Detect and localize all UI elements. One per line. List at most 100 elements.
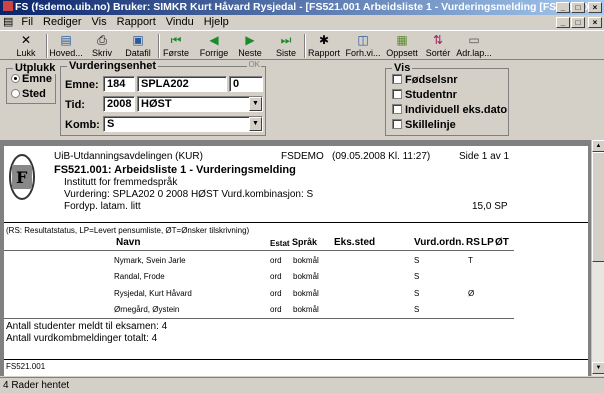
sorter-button[interactable]: ⇅ Sortér — [420, 32, 456, 60]
neste-label: Neste — [238, 48, 262, 58]
adresselapp-button[interactable]: ▭ Adr.lap... — [454, 32, 494, 60]
window-title-bar[interactable]: FS (fsdemo.uib.no) Bruker: SIMKR Kurt Hå… — [0, 0, 604, 15]
tid-label: Tid: — [65, 99, 85, 111]
forrige-button[interactable]: ◀ Forrige — [196, 32, 232, 60]
oppsett-button[interactable]: ▦ Oppsett — [382, 32, 422, 60]
chevron-down-icon[interactable]: ▼ — [249, 117, 262, 131]
scroll-down-icon[interactable]: ▼ — [592, 362, 604, 374]
forhandsvisning-button[interactable]: ◫ Forh.vi... — [344, 32, 382, 60]
report-timestamp: (09.05.2008 Kl. 11:27) — [332, 151, 431, 162]
save-datafile-icon: ▣ — [132, 33, 144, 47]
row-lp: Ø — [468, 289, 475, 298]
report-institute: Institutt for fremmedspråk — [64, 177, 178, 188]
col-navn: Navn — [116, 237, 141, 248]
checkbox-individuell-eksdato-box — [392, 104, 402, 114]
row-estat: ord — [270, 272, 282, 281]
checkbox-skillelinje-label: Skillelinje — [405, 119, 456, 131]
menu-vis[interactable]: Vis — [87, 15, 112, 30]
vertical-scrollbar[interactable]: ▲ ▼ — [591, 140, 604, 376]
forste-button[interactable]: ⏮ Første — [158, 32, 194, 60]
mdi-minimize-button[interactable]: _ — [556, 17, 570, 28]
mdi-doc-icon[interactable]: ▤ — [0, 15, 16, 30]
mdi-close-button[interactable]: × — [588, 17, 602, 28]
scroll-up-icon[interactable]: ▲ — [592, 140, 604, 152]
datafil-label: Datafil — [125, 48, 151, 58]
sort-icon: ⇅ — [432, 33, 444, 47]
tid-term-select[interactable]: HØST ▼ — [137, 96, 263, 112]
report-page: F UiB-Utdanningsavdelingen (KUR) FSDEMO … — [4, 146, 588, 376]
komb-select[interactable]: S ▼ — [103, 116, 263, 132]
lukk-label: Lukk — [16, 48, 36, 58]
minimize-button[interactable]: _ — [556, 2, 570, 13]
maximize-button[interactable]: □ — [571, 2, 585, 13]
siste-button[interactable]: ⏭ Siste — [268, 32, 304, 60]
status-bar: 4 Rader hentet — [0, 377, 604, 393]
forste-label: Første — [163, 48, 189, 58]
rapport-button[interactable]: ✱ Rapport — [306, 32, 342, 60]
summary-vurd: Antall vurdkombmeldinger totalt: 4 — [6, 333, 158, 344]
tid-year-input[interactable]: 2008 — [103, 96, 135, 112]
menu-vindu[interactable]: Vindu — [161, 15, 199, 30]
row-navn: Ørnegård, Øystein — [114, 305, 180, 314]
komb-label: Komb: — [65, 119, 100, 131]
app-icon — [3, 1, 13, 11]
komb-value: S — [107, 118, 115, 130]
svg-text:F: F — [16, 168, 28, 187]
report-db: FSDEMO — [281, 151, 324, 162]
divider — [4, 359, 588, 360]
col-sprak: Språk — [292, 237, 318, 247]
summary-students: Antall studenter meldt til eksamen: 4 — [6, 321, 168, 332]
tid-term-value: HØST — [141, 98, 172, 110]
main-form-icon: ▤ — [60, 33, 72, 47]
emne-inst-input[interactable]: 184 — [103, 76, 135, 92]
report-vurdering: Vurdering: SPLA202 0 2008 HØST Vurd.komb… — [64, 189, 314, 200]
chevron-down-icon[interactable]: ▼ — [249, 97, 262, 111]
menu-rediger[interactable]: Rediger — [38, 15, 87, 30]
checkbox-individuell-eksdato[interactable]: Individuell eks.dato — [392, 104, 507, 116]
scroll-thumb[interactable] — [592, 152, 604, 262]
checkbox-fodselsnr-label: Fødselsnr — [405, 74, 458, 86]
report-preview-area: F UiB-Utdanningsavdelingen (KUR) FSDEMO … — [0, 140, 604, 376]
row-estat: ord — [270, 256, 282, 265]
emne-versjon-input[interactable]: 0 — [229, 76, 263, 92]
checkbox-fodselsnr[interactable]: Fødselsnr — [392, 74, 458, 86]
checkbox-individuell-eksdato-label: Individuell eks.dato — [405, 104, 508, 116]
skriv-button[interactable]: ⎙ Skriv — [84, 32, 120, 60]
sorter-label: Sortér — [425, 48, 451, 58]
neste-button[interactable]: ▶ Neste — [232, 32, 268, 60]
checkbox-studentnr[interactable]: Studentnr — [392, 89, 457, 101]
radio-sted[interactable]: Sted — [11, 88, 46, 100]
menu-hjelp[interactable]: Hjelp — [199, 15, 234, 30]
hoved-button[interactable]: ▤ Hoved... — [48, 32, 84, 60]
datafil-button[interactable]: ▣ Datafil — [120, 32, 156, 60]
radio-sted-label: Sted — [22, 88, 46, 100]
menu-fil[interactable]: Fil — [16, 15, 38, 30]
row-navn: Randal, Frode — [114, 272, 165, 281]
window-title: FS (fsdemo.uib.no) Bruker: SIMKR Kurt Hå… — [15, 1, 602, 13]
close-button[interactable]: × — [588, 2, 602, 13]
ok-label[interactable]: OK — [247, 60, 261, 69]
row-vurd-ordn: S — [414, 289, 420, 298]
skriv-label: Skriv — [92, 48, 112, 58]
checkbox-skillelinje[interactable]: Skillelinje — [392, 119, 456, 131]
next-record-icon: ▶ — [245, 33, 255, 47]
close-icon: ✕ — [20, 33, 32, 47]
row-sprak: bokmål — [293, 289, 319, 298]
menu-rapport[interactable]: Rapport — [112, 15, 161, 30]
col-lp: LP — [481, 237, 494, 248]
previous-record-icon: ◀ — [209, 33, 219, 47]
hoved-label: Hoved... — [49, 48, 83, 58]
mdi-restore-button[interactable]: □ — [571, 17, 585, 28]
radio-emne[interactable]: Emne — [11, 73, 52, 85]
emne-kode-input[interactable]: SPLA202 — [137, 76, 227, 92]
report-legend-note: (RS: Resultatstatus, LP=Levert pensumlis… — [6, 226, 250, 235]
vurderingsenhet-legend: Vurderingsenhet — [67, 60, 158, 72]
radio-emne-dot — [11, 74, 20, 83]
lukk-button[interactable]: ✕ Lukk — [8, 32, 44, 60]
vurderingsenhet-group: Vurderingsenhet OK Emne: 184 SPLA202 0 T… — [60, 60, 266, 136]
checkbox-fodselsnr-box — [392, 74, 402, 84]
setup-icon: ▦ — [396, 33, 408, 47]
vis-group: Vis Fødselsnr Studentnr Individuell eks.… — [385, 62, 509, 136]
adresselapp-label: Adr.lap... — [456, 48, 492, 58]
rapport-label: Rapport — [307, 48, 341, 58]
